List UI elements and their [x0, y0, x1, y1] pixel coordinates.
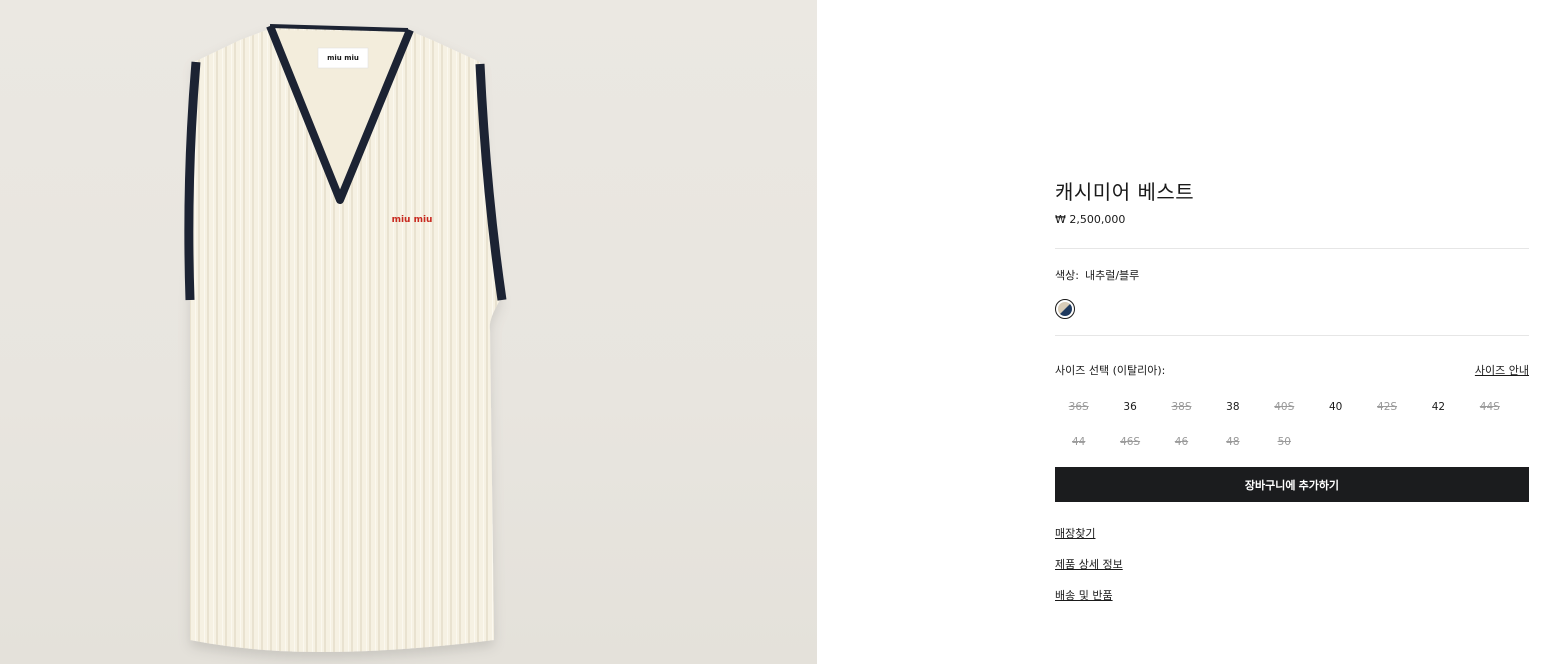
color-row: 색상: 내추럴/블루: [1055, 267, 1529, 283]
shipping-returns-link[interactable]: 배송 및 반품: [1055, 587, 1113, 603]
size-options: 36S 36 38S 38 40S 40 42S 42 44S 44 46S 46 48 50: [1053, 400, 1529, 449]
size-option[interactable]: 36: [1104, 400, 1155, 414]
size-option[interactable]: 46S: [1104, 435, 1155, 449]
store-finder-link[interactable]: 매장찾기: [1055, 525, 1095, 541]
product-details-link[interactable]: 제품 상세 정보: [1055, 556, 1123, 572]
vest-illustration: miu miu miu miu: [184, 24, 507, 652]
svg-text:miu miu: miu miu: [327, 54, 359, 62]
color-value: 내추럴/블루: [1084, 269, 1140, 282]
size-option[interactable]: 44S: [1464, 400, 1515, 414]
product-info-panel: 캐시미어 베스트 ₩ 2,500,000 색상: 내추럴/블루 사이즈 선택 (…: [1055, 176, 1529, 603]
size-option[interactable]: 38: [1207, 400, 1258, 414]
divider: [1055, 335, 1529, 336]
size-option[interactable]: 36S: [1053, 400, 1104, 414]
size-option[interactable]: 50: [1259, 435, 1310, 449]
color-swatch-natural-blue[interactable]: [1055, 299, 1075, 319]
size-option[interactable]: 42: [1413, 400, 1464, 414]
divider: [1055, 248, 1529, 249]
size-header: 사이즈 선택 (이탈리아): 사이즈 안내: [1055, 362, 1529, 378]
add-to-cart-button[interactable]: 장바구니에 추가하기: [1055, 467, 1529, 502]
chest-logo: miu miu: [392, 215, 433, 225]
size-option[interactable]: 48: [1207, 435, 1258, 449]
size-option[interactable]: 40S: [1259, 400, 1310, 414]
product-image[interactable]: miu miu miu miu: [0, 0, 817, 664]
product-price: ₩ 2,500,000: [1055, 213, 1126, 226]
size-option[interactable]: 42S: [1361, 400, 1412, 414]
size-option[interactable]: 40: [1310, 400, 1361, 414]
swatch-fill: [1058, 302, 1072, 316]
info-links: 매장찾기 제품 상세 정보 배송 및 반품: [1055, 525, 1529, 603]
size-option[interactable]: 44: [1053, 435, 1104, 449]
size-guide-link[interactable]: 사이즈 안내: [1475, 362, 1529, 378]
color-label: 색상:: [1055, 269, 1079, 282]
size-label: 사이즈 선택 (이탈리아):: [1055, 364, 1166, 377]
size-option[interactable]: 38S: [1156, 400, 1207, 414]
size-option[interactable]: 46: [1156, 435, 1207, 449]
product-title: 캐시미어 베스트: [1055, 180, 1195, 204]
